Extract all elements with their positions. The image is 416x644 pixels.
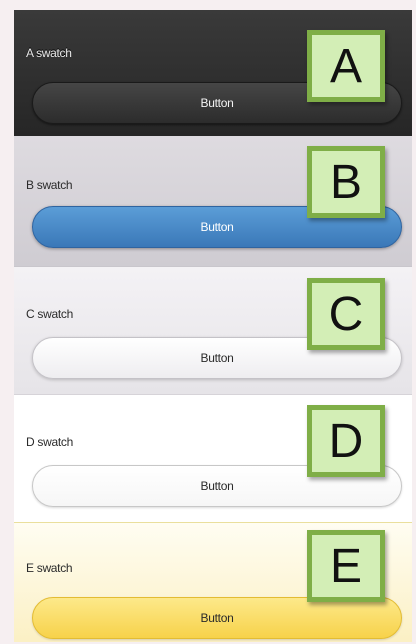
callout-label-a: A xyxy=(307,30,385,102)
swatch-c-title: C swatch xyxy=(26,307,73,321)
callout-label-c: C xyxy=(307,278,385,350)
swatch-e-button[interactable]: Button xyxy=(32,597,402,639)
callout-label-d: D xyxy=(307,405,385,477)
callout-label-b: B xyxy=(307,146,385,218)
swatch-b-title: B swatch xyxy=(26,178,73,192)
swatch-d-title: D swatch xyxy=(26,435,73,449)
swatch-e-title: E swatch xyxy=(26,561,73,575)
callout-label-e: E xyxy=(307,530,385,602)
swatch-a-title: A swatch xyxy=(26,46,72,60)
